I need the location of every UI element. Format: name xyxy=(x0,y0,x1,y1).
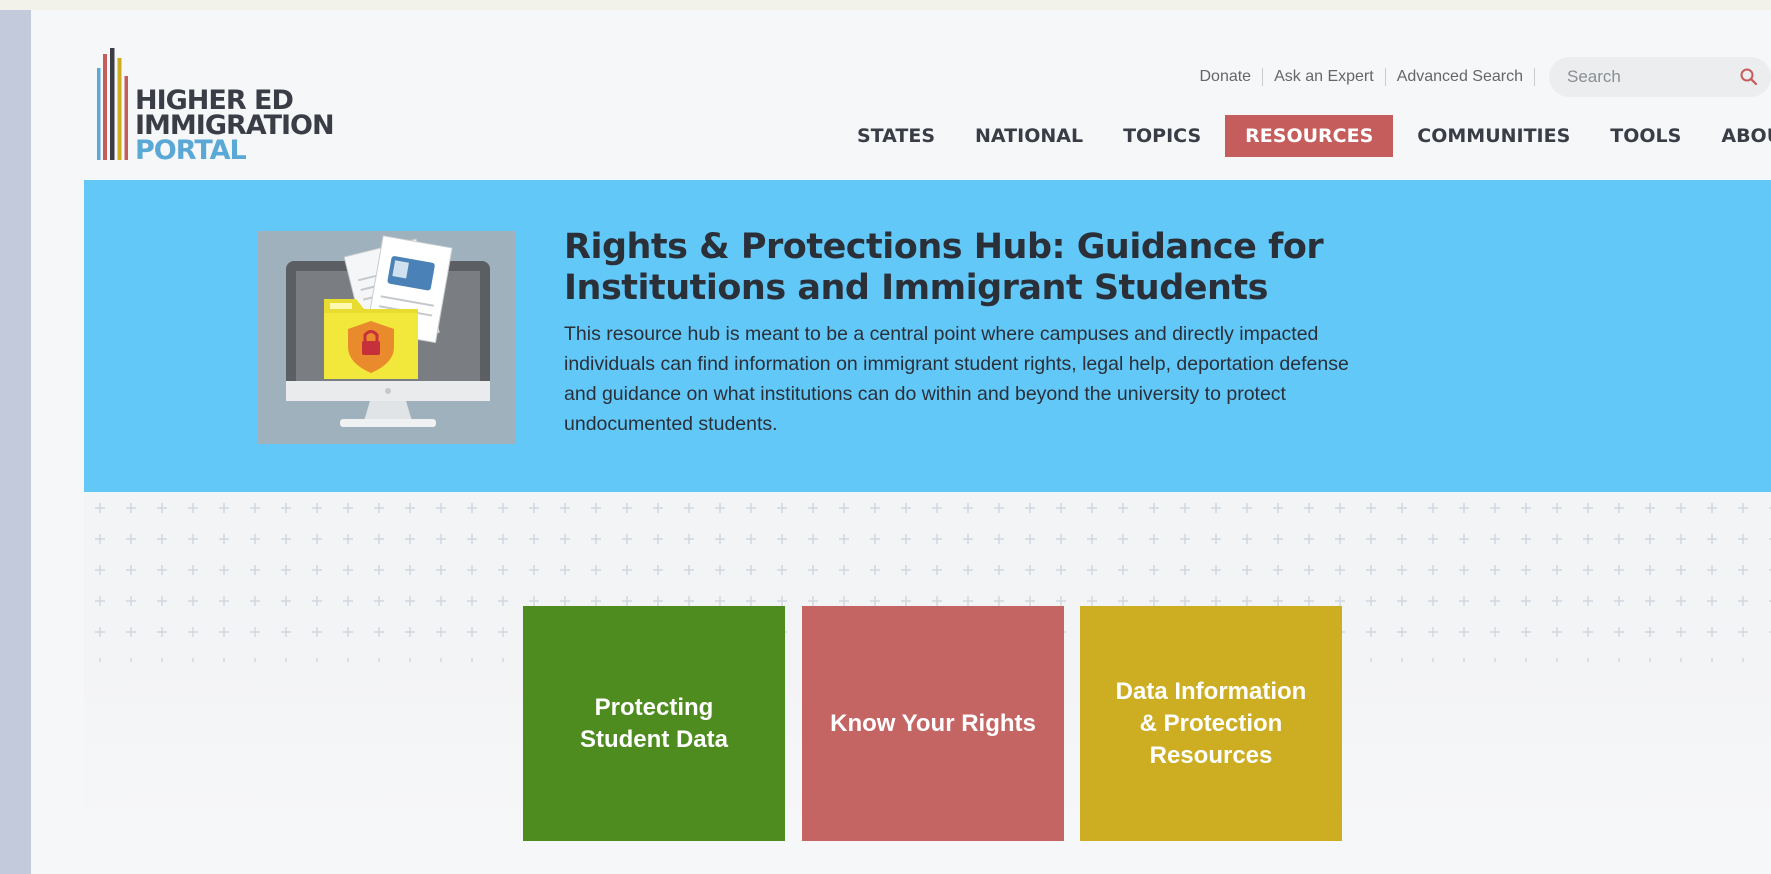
hero-banner: Rights & Protections Hub: Guidance for I… xyxy=(84,180,1771,492)
main-nav: STATES NATIONAL TOPICS RESOURCES COMMUNI… xyxy=(837,115,1771,157)
tile-know-your-rights[interactable]: Know Your Rights xyxy=(802,606,1064,841)
site-logo[interactable]: HIGHER ED IMMIGRATION PORTAL xyxy=(97,48,347,168)
utility-nav: Donate Ask an Expert Advanced Search xyxy=(1188,56,1771,98)
computer-folder-lock-icon xyxy=(258,231,516,444)
tile-protecting-student-data[interactable]: Protecting Student Data xyxy=(523,606,785,841)
tile-data-information-protection-resources[interactable]: Data Information & Protection Resources xyxy=(1080,606,1342,841)
divider xyxy=(1534,68,1535,86)
nav-states[interactable]: STATES xyxy=(837,115,955,157)
tile-label: Protecting Student Data xyxy=(579,693,728,753)
search-icon[interactable] xyxy=(1739,67,1759,87)
search-input[interactable] xyxy=(1549,66,1729,88)
logo-text: HIGHER ED IMMIGRATION PORTAL xyxy=(135,87,335,166)
browser-page: HIGHER ED IMMIGRATION PORTAL Donate Ask … xyxy=(31,10,1771,874)
nav-national[interactable]: NATIONAL xyxy=(955,115,1103,157)
logo-bars-icon xyxy=(97,48,128,160)
hero-description: This resource hub is meant to be a centr… xyxy=(564,323,1349,435)
nav-tools[interactable]: TOOLS xyxy=(1590,115,1701,157)
advanced-search-link[interactable]: Advanced Search xyxy=(1386,68,1534,86)
nav-resources[interactable]: RESOURCES xyxy=(1225,115,1394,157)
search-box xyxy=(1549,57,1771,97)
donate-link[interactable]: Donate xyxy=(1188,68,1262,86)
nav-communities[interactable]: COMMUNITIES xyxy=(1397,115,1590,157)
tile-label: Know Your Rights xyxy=(830,709,1036,737)
nav-topics[interactable]: TOPICS xyxy=(1103,115,1221,157)
logo-line-portal: PORTAL xyxy=(135,135,247,166)
ask-an-expert-link[interactable]: Ask an Expert xyxy=(1263,68,1385,86)
nav-about[interactable]: ABOUT xyxy=(1701,115,1771,157)
page-title: Rights & Protections Hub: Guidance for I… xyxy=(564,227,1324,308)
top-strip xyxy=(0,0,1771,10)
tile-label: Data Information & Protection Resources xyxy=(1115,677,1307,769)
